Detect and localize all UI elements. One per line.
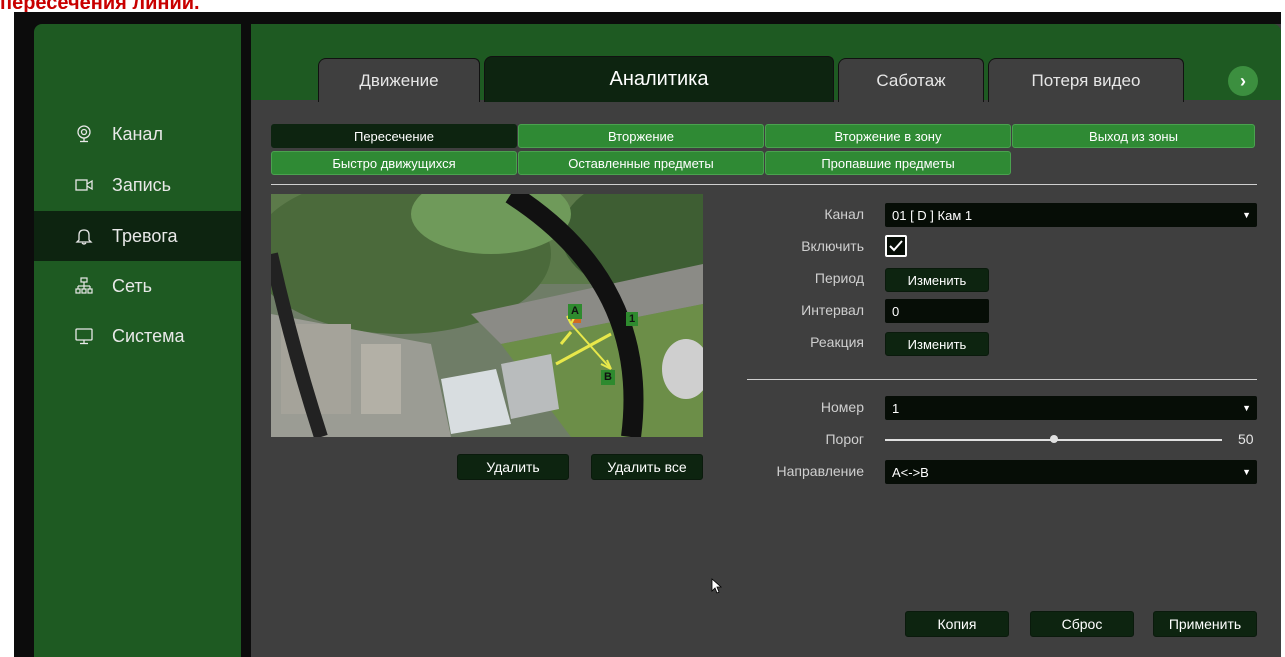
delete-button[interactable]: Удалить [457, 454, 569, 480]
channel-select[interactable]: 01 [ D ] Кам 1 ▼ [885, 203, 1257, 227]
delete-all-button[interactable]: Удалить все [591, 454, 703, 480]
preview-marker-b: B [604, 371, 612, 383]
interval-input[interactable]: 0 [885, 299, 989, 323]
sidebar-item-label: Тревога [112, 225, 178, 246]
monitor-icon [74, 326, 94, 346]
checkmark-icon [889, 240, 903, 252]
network-icon [74, 276, 94, 296]
number-value: 1 [892, 400, 900, 416]
sidebar-item-label: Канал [112, 123, 163, 144]
number-label: Номер [820, 399, 864, 415]
sidebar: Канал Запись Тревога Сеть Система [34, 24, 241, 657]
direction-label: Направление [776, 463, 864, 479]
camera-scene [271, 194, 703, 437]
interval-value: 0 [892, 303, 900, 319]
sidebar-item-label: Система [112, 325, 185, 346]
mouse-cursor-icon [711, 578, 723, 594]
divider [747, 379, 1257, 380]
threshold-value: 50 [1238, 431, 1254, 447]
threshold-slider-knob[interactable] [1049, 435, 1058, 443]
tab-analytics[interactable]: Аналитика [484, 56, 834, 102]
threshold-label: Порог [825, 431, 864, 447]
sidebar-item-system[interactable]: Система [34, 311, 241, 361]
sidebar-item-network[interactable]: Сеть [34, 261, 241, 311]
sidebar-item-label: Запись [112, 174, 172, 195]
period-edit-button[interactable]: Изменить [885, 268, 989, 292]
direction-select[interactable]: A<->B ▼ [885, 460, 1257, 484]
enable-checkbox[interactable] [885, 235, 907, 257]
camera-lens-icon [74, 124, 94, 144]
sidebar-item-channel[interactable]: Канал [34, 109, 241, 159]
subtab-left-objects[interactable]: Оставленные предметы [518, 151, 764, 175]
copy-button[interactable]: Копия [905, 611, 1009, 637]
channel-label: Канал [824, 206, 864, 222]
preview-marker-a: A [571, 305, 579, 317]
reaction-label: Реакция [810, 334, 864, 350]
direction-value: A<->B [892, 464, 929, 480]
camera-preview[interactable]: A B 1 [271, 194, 703, 437]
tab-motion[interactable]: Движение [318, 58, 480, 102]
interval-label: Интервал [801, 302, 864, 318]
tab-sabotage[interactable]: Саботаж [838, 58, 984, 102]
chevron-down-icon: ▼ [1242, 403, 1251, 413]
video-record-icon [74, 175, 94, 195]
reaction-edit-button[interactable]: Изменить [885, 332, 989, 356]
chevron-down-icon: ▼ [1242, 467, 1251, 477]
reset-button[interactable]: Сброс [1030, 611, 1134, 637]
subtab-missing-objects[interactable]: Пропавшие предметы [765, 151, 1011, 175]
page: пересечения линии. Канал Запись Тревога [0, 0, 1285, 657]
tab-video-loss[interactable]: Потеря видео [988, 58, 1184, 102]
subtab-fast-moving[interactable]: Быстро движущихся [271, 151, 517, 175]
bell-icon [74, 226, 94, 246]
subtab-crossing[interactable]: Пересечение [271, 124, 517, 148]
sidebar-item-label: Сеть [112, 275, 153, 296]
subtab-zone-exit[interactable]: Выход из зоны [1012, 124, 1255, 148]
preview-marker-1: 1 [629, 313, 636, 325]
chevron-down-icon: ▼ [1242, 210, 1251, 220]
apply-button[interactable]: Применить [1153, 611, 1257, 637]
sidebar-item-record[interactable]: Запись [34, 160, 241, 210]
subtab-zone-intrusion[interactable]: Вторжение в зону [765, 124, 1011, 148]
enable-label: Включить [801, 238, 864, 254]
chevron-right-icon: › [1240, 70, 1246, 91]
subtab-intrusion[interactable]: Вторжение [518, 124, 764, 148]
number-select[interactable]: 1 ▼ [885, 396, 1257, 420]
channel-value: 01 [ D ] Кам 1 [892, 207, 973, 223]
tabs-next-button[interactable]: › [1228, 66, 1258, 96]
period-label: Период [814, 270, 864, 286]
divider [271, 184, 1257, 185]
sidebar-item-alarm[interactable]: Тревога [34, 211, 241, 261]
